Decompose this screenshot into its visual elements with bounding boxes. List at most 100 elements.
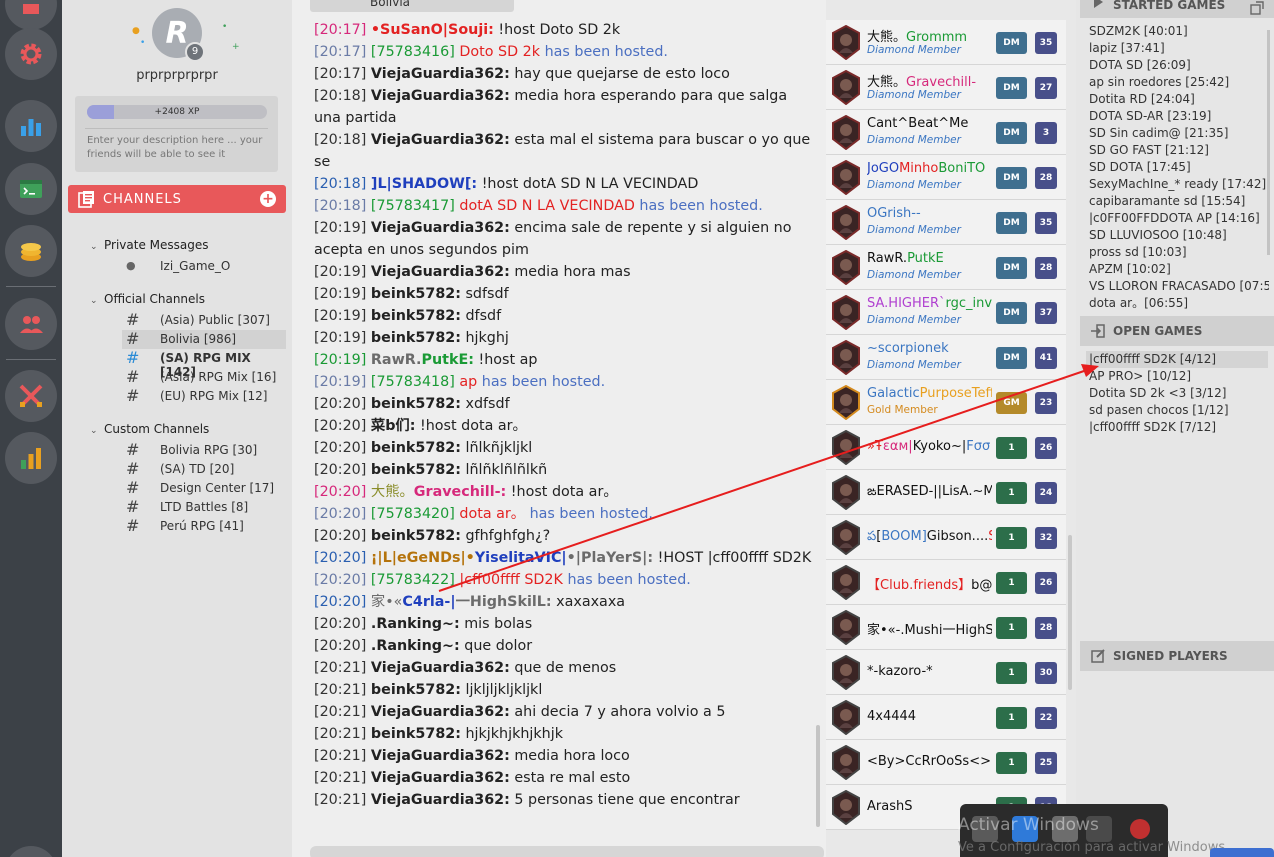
started-game-item[interactable]: SD DOTA [17:45] bbox=[1089, 159, 1269, 176]
add-channel-button[interactable]: + bbox=[260, 191, 276, 207]
chevron-down-icon: ⌄ bbox=[90, 296, 98, 306]
message-part: ]L|SHADOW[: bbox=[370, 176, 478, 192]
expand-icon[interactable] bbox=[1250, 1, 1264, 15]
started-games-scrollbar[interactable] bbox=[1267, 30, 1270, 255]
player-row[interactable]: OGrish-- Diamond Member DM 35 bbox=[826, 200, 1066, 245]
channel-item[interactable]: # (SA) TD [20] bbox=[122, 459, 286, 479]
coins-button[interactable] bbox=[5, 225, 57, 277]
open-game-item[interactable]: sd pasen chocos [1/12] bbox=[1089, 402, 1269, 419]
rail-top-button[interactable] bbox=[5, 0, 57, 30]
player-row[interactable]: ప[BOOM]Gibson....S1 32 bbox=[826, 515, 1066, 560]
channel-item[interactable]: # Bolivia [986] bbox=[122, 329, 286, 349]
started-game-item[interactable]: SDZM2K [40:01] bbox=[1089, 23, 1269, 40]
player-badge[interactable]: DM bbox=[996, 32, 1027, 54]
player-row[interactable]: »Ŧɛαм|Kyoko~|Fσσ 1 26 bbox=[826, 425, 1066, 470]
player-badge[interactable]: DM bbox=[996, 212, 1027, 234]
description-field[interactable]: Enter your description here ... your fri… bbox=[87, 134, 269, 162]
player-avatar-icon bbox=[832, 205, 860, 240]
started-game-item[interactable]: dota ar。[06:55] bbox=[1089, 295, 1269, 312]
open-game-item[interactable]: |cff00ffff SD2K [7/12] bbox=[1089, 419, 1269, 436]
open-game-item[interactable]: Dotita SD 2k <3 [3/12] bbox=[1089, 385, 1269, 402]
message-timestamp: [20:21] bbox=[314, 682, 367, 698]
player-row[interactable]: 大熊。Grommm Diamond Member DM 35 bbox=[826, 20, 1066, 65]
started-game-item[interactable]: SexyMachIne_* ready [17:42] bbox=[1089, 176, 1269, 193]
player-row[interactable]: 大熊。Gravechill- Diamond Member DM 27 bbox=[826, 65, 1066, 110]
player-badge[interactable]: DM bbox=[996, 257, 1027, 279]
player-row[interactable]: <By>CcRrOoSs<> 1 25 bbox=[826, 740, 1066, 785]
open-game-item[interactable]: AP PRO> [10/12] bbox=[1089, 368, 1269, 385]
settings-button[interactable] bbox=[5, 28, 57, 80]
player-badge[interactable]: DM bbox=[996, 122, 1027, 144]
chat-channel-tab[interactable]: Bolivia bbox=[310, 0, 514, 12]
rail-bottom-button[interactable] bbox=[5, 846, 57, 857]
player-row[interactable]: Cant^Beat^Me Diamond Member DM 3 bbox=[826, 110, 1066, 155]
player-row[interactable]: 家•«-.Mushi一HighS 1 28 bbox=[826, 605, 1066, 650]
started-game-item[interactable]: VS LLORON FRACASADO [07:5 bbox=[1089, 278, 1269, 295]
player-rank: Diamond Member bbox=[867, 44, 961, 56]
player-row[interactable]: SA.HIGHER`rgc_invi Diamond Member DM 37 bbox=[826, 290, 1066, 335]
chat-scrollbar[interactable] bbox=[816, 725, 820, 827]
player-badge[interactable]: DM bbox=[996, 167, 1027, 189]
player-row[interactable]: 【Club.friends】b@ 1 26 bbox=[826, 560, 1066, 605]
player-row[interactable]: RawR.PutkE Diamond Member DM 28 bbox=[826, 245, 1066, 290]
player-row[interactable]: *-kazoro-* 1 30 bbox=[826, 650, 1066, 695]
player-badge[interactable]: 1 bbox=[996, 752, 1027, 774]
started-game-item[interactable]: DOTA SD [26:09] bbox=[1089, 57, 1269, 74]
channel-group-header[interactable]: ⌄ Custom Channels bbox=[90, 422, 209, 436]
channel-item[interactable]: # LTD Battles [8] bbox=[122, 497, 286, 517]
player-badge[interactable]: 1 bbox=[996, 572, 1027, 594]
player-row[interactable]: 4x4444 1 22 bbox=[826, 695, 1066, 740]
player-badge[interactable]: 1 bbox=[996, 527, 1027, 549]
player-badge[interactable]: 1 bbox=[996, 482, 1027, 504]
channel-item[interactable]: # (EU) RPG Mix [12] bbox=[122, 386, 286, 406]
started-game-item[interactable]: capibaramante sd [15:54] bbox=[1089, 193, 1269, 210]
started-game-item[interactable]: pross sd [10:03] bbox=[1089, 244, 1269, 261]
channel-item[interactable]: # Design Center [17] bbox=[122, 478, 286, 498]
message-part: has been hosted. bbox=[477, 374, 606, 390]
stats-button[interactable] bbox=[5, 100, 57, 152]
channel-item[interactable]: # (Asia) RPG Mix [16] bbox=[122, 367, 286, 387]
friends-button[interactable] bbox=[5, 298, 57, 350]
started-game-item[interactable]: SD LLUVIOSOO [10:48] bbox=[1089, 227, 1269, 244]
channel-item[interactable]: # (SA) RPG MIX [142] bbox=[122, 348, 286, 379]
player-list-scrollbar[interactable] bbox=[1068, 535, 1072, 690]
started-game-item[interactable]: |c0FF00FFDDOTA AP [14:16] bbox=[1089, 210, 1269, 227]
channel-group-header[interactable]: ⌄ Private Messages bbox=[90, 238, 209, 252]
chat-input[interactable] bbox=[310, 846, 824, 857]
message-part: gfhfghfgh¿? bbox=[460, 528, 551, 544]
channel-item[interactable]: # Perú RPG [41] bbox=[122, 516, 286, 536]
player-row[interactable]: JoGOMinhoBoniTO Diamond Member DM 28 bbox=[826, 155, 1066, 200]
player-badge[interactable]: 1 bbox=[996, 707, 1027, 729]
channel-item[interactable]: # Bolivia RPG [30] bbox=[122, 440, 286, 460]
started-game-item[interactable]: Dotita RD [24:04] bbox=[1089, 91, 1269, 108]
player-row[interactable]: ~scorpionek Diamond Member DM 41 bbox=[826, 335, 1066, 380]
started-game-item[interactable]: APZM [10:02] bbox=[1089, 261, 1269, 278]
console-button[interactable] bbox=[5, 163, 57, 215]
channel-item[interactable]: # (Asia) Public [307] bbox=[122, 310, 286, 330]
channel-item[interactable]: ● Izi_Game_O bbox=[122, 257, 286, 276]
channel-group-header[interactable]: ⌄ Official Channels bbox=[90, 292, 205, 306]
ladder-button[interactable] bbox=[5, 432, 57, 484]
battle-button[interactable] bbox=[5, 370, 57, 422]
message-part: •SuSanO|Souji: bbox=[370, 22, 494, 38]
player-row[interactable]: GalacticPurposeTeff Gold Member GM 23 bbox=[826, 380, 1066, 425]
record-icon[interactable] bbox=[1130, 819, 1150, 839]
started-game-item[interactable]: lapiz [37:41] bbox=[1089, 40, 1269, 57]
started-game-item[interactable]: SD GO FAST [21:12] bbox=[1089, 142, 1269, 159]
player-badge[interactable]: 1 bbox=[996, 437, 1027, 459]
player-badge[interactable]: DM bbox=[996, 77, 1027, 99]
player-row[interactable]: ఙERASED-||LisA.~Ma 1 24 bbox=[826, 470, 1066, 515]
corner-button[interactable] bbox=[1210, 848, 1274, 857]
player-badge[interactable]: DM bbox=[996, 302, 1027, 324]
open-game-item[interactable]: |cff00ffff SD2K [4/12] bbox=[1086, 351, 1268, 368]
started-game-item[interactable]: SD Sin cadim@ [21:35] bbox=[1089, 125, 1269, 142]
player-badge[interactable]: GM bbox=[996, 392, 1027, 414]
started-game-item[interactable]: ap sin roedores [25:42] bbox=[1089, 74, 1269, 91]
player-badge[interactable]: DM bbox=[996, 347, 1027, 369]
started-game-item[interactable]: DOTA SD-AR [23:19] bbox=[1089, 108, 1269, 125]
player-badge[interactable]: 1 bbox=[996, 617, 1027, 639]
message-part: hay que quejarse de esto loco bbox=[509, 66, 730, 82]
player-badge[interactable]: 1 bbox=[996, 662, 1027, 684]
message-part: ViejaGuardia362: bbox=[370, 660, 510, 676]
activation-watermark-sub: Ve a Configuración para activar Windows. bbox=[958, 840, 1230, 855]
